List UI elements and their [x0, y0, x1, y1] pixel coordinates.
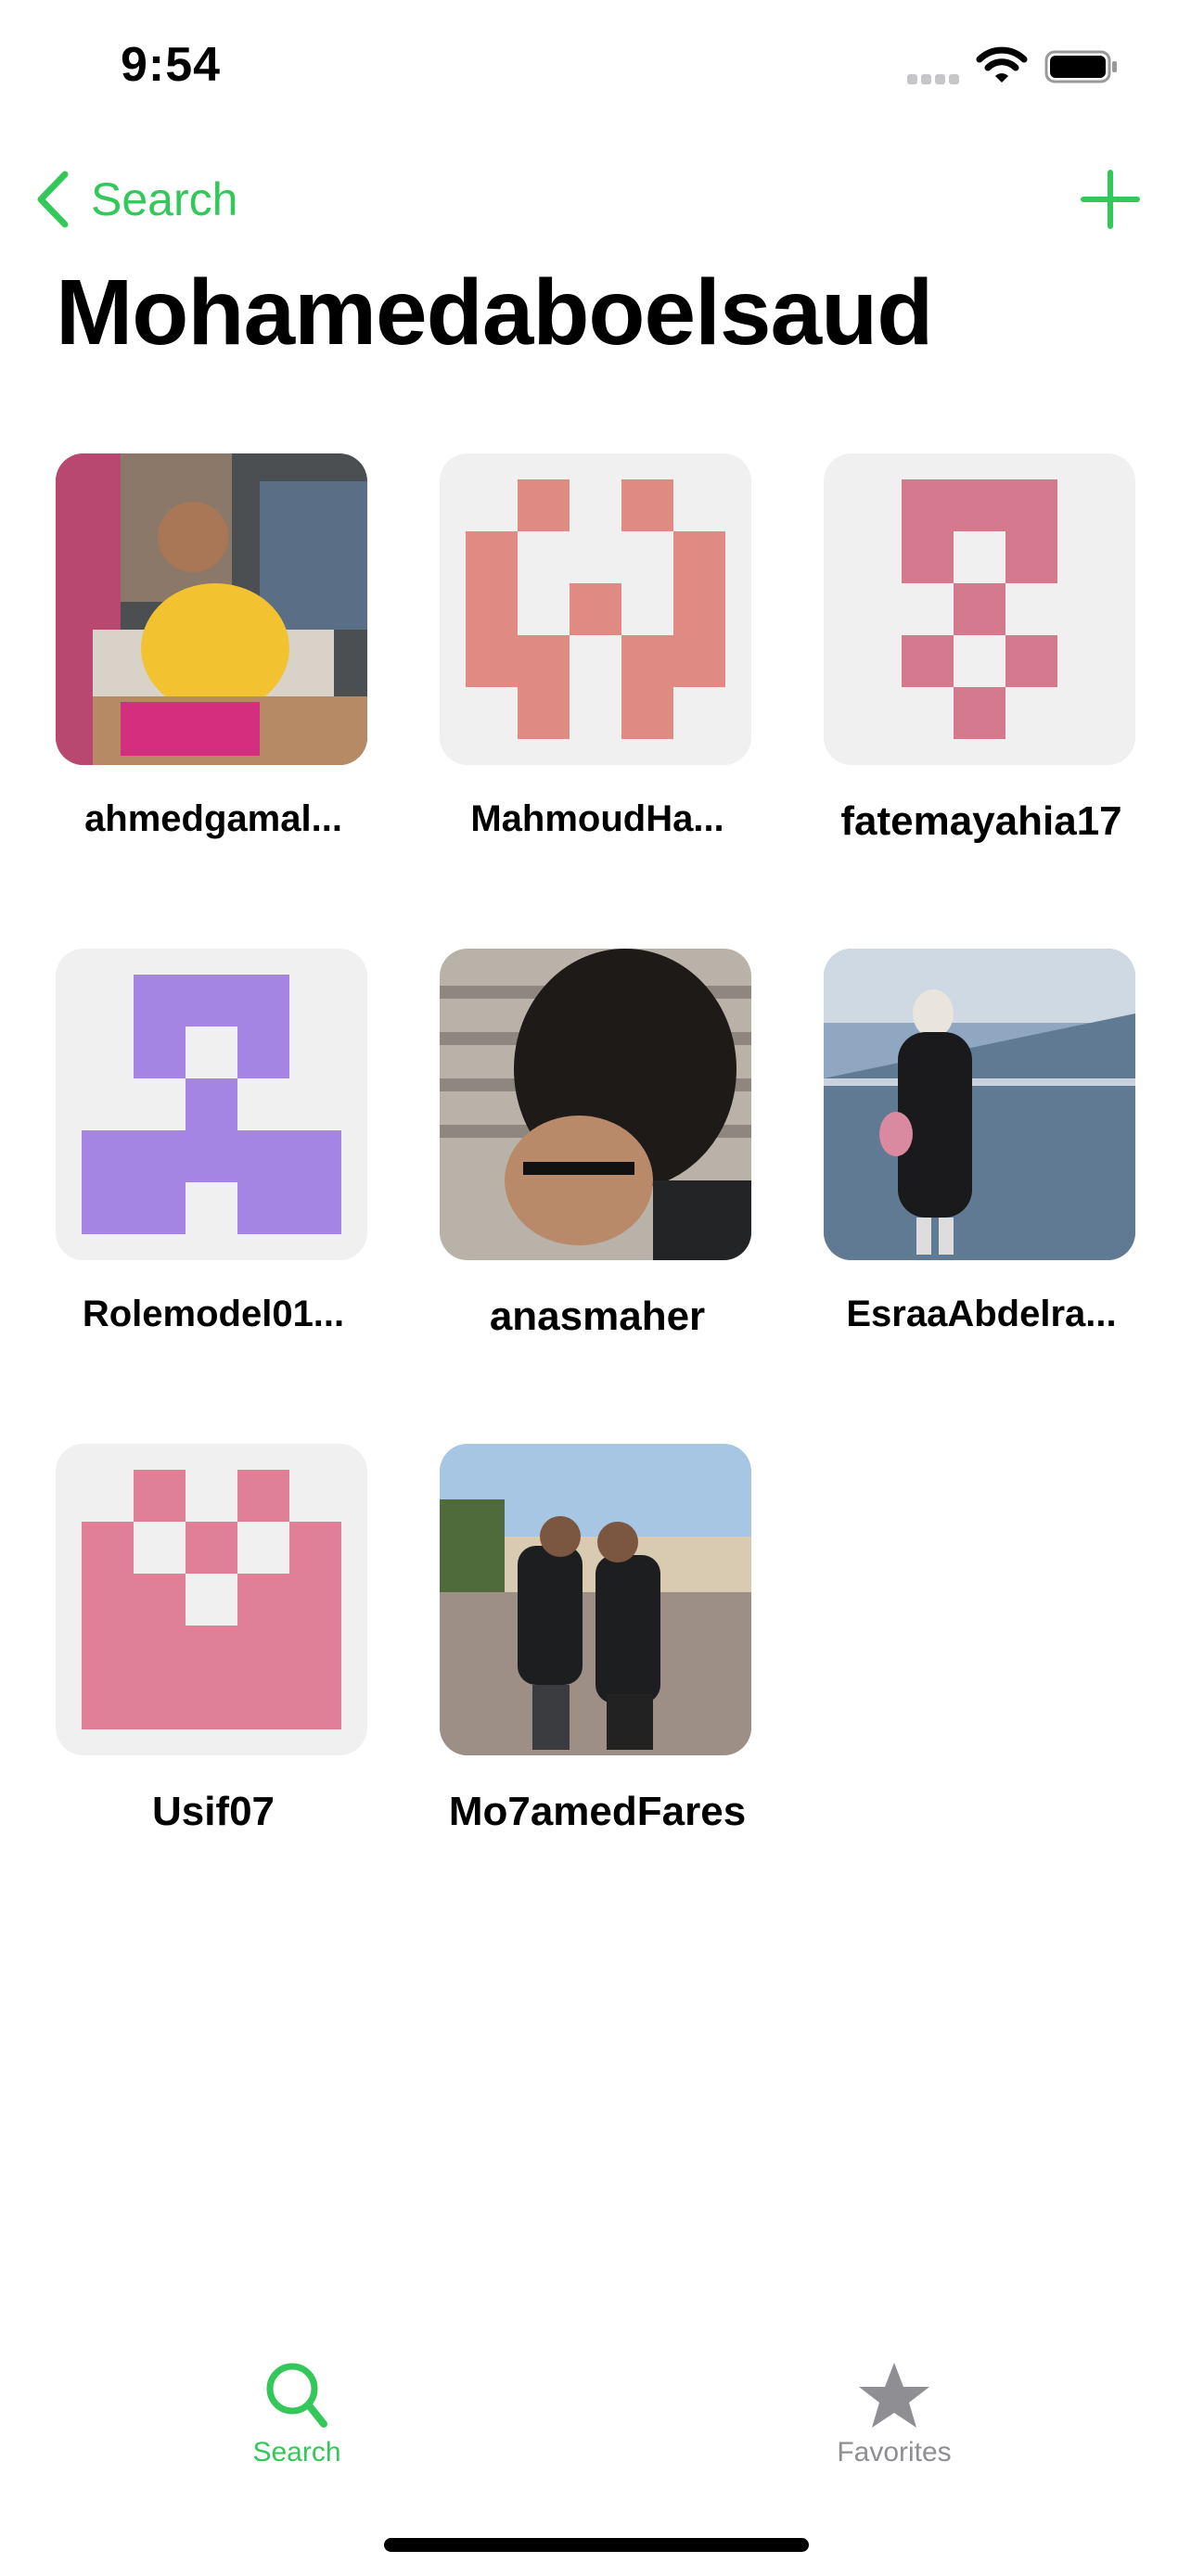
user-cell[interactable]: Mo7amedFares [440, 1444, 755, 1870]
identicon-rolemodel [82, 975, 341, 1234]
user-cell[interactable]: Rolemodel01... [56, 949, 371, 1375]
identicon-mahmoud [466, 479, 725, 739]
username-label: ahmedgamal... [84, 798, 342, 839]
user-cell[interactable]: EsraaAbdelra... [824, 949, 1139, 1375]
back-button-label: Search [91, 173, 238, 225]
username-label: MahmoudHa... [470, 798, 724, 839]
back-button[interactable]: Search [33, 167, 237, 232]
avatar-identicon [440, 453, 751, 765]
tab-search[interactable]: Search [158, 2361, 436, 2509]
avatar-photo [440, 1444, 751, 1755]
username-label: Rolemodel01... [82, 1294, 345, 1334]
avatar-identicon [56, 1444, 367, 1755]
status-bar: 9:54 [0, 0, 1191, 139]
plus-icon[interactable] [1076, 165, 1145, 234]
battery-icon [1044, 50, 1117, 83]
cellular-signal-icon [907, 72, 963, 84]
page-title: Mohamedaboelsaud [56, 261, 933, 364]
avatar-identicon [56, 949, 367, 1260]
identicon-fatema [902, 479, 1057, 739]
tab-favorites[interactable]: Favorites [755, 2361, 1033, 2509]
chevron-left-icon [37, 171, 69, 228]
username-label: fatemayahia17 [840, 798, 1122, 844]
status-time: 9:54 [121, 38, 222, 92]
username-label: anasmaher [489, 1294, 706, 1339]
wifi-icon [976, 46, 1028, 83]
user-cell[interactable]: ahmedgamal... [56, 453, 371, 880]
avatar-photo [440, 949, 751, 1260]
username-label: Usif07 [151, 1789, 275, 1834]
search-icon [266, 2363, 327, 2428]
tab-search-label: Search [252, 2437, 341, 2468]
navigation-bar: Search [0, 139, 1191, 250]
user-cell[interactable]: anasmaher [440, 949, 755, 1375]
star-icon [859, 2363, 929, 2428]
home-indicator [384, 2538, 809, 2552]
user-cell[interactable]: fatemayahia17 [824, 453, 1139, 880]
avatar-photo [824, 949, 1135, 1260]
identicon-usif [82, 1470, 341, 1729]
username-label: EsraaAbdelra... [846, 1294, 1117, 1334]
tab-favorites-label: Favorites [837, 2437, 952, 2468]
avatar-photo [56, 453, 367, 765]
user-cell[interactable]: MahmoudHa... [440, 453, 755, 880]
avatar-identicon [824, 453, 1135, 765]
username-label: Mo7amedFares [448, 1789, 747, 1834]
user-cell[interactable]: Usif07 [56, 1444, 371, 1870]
